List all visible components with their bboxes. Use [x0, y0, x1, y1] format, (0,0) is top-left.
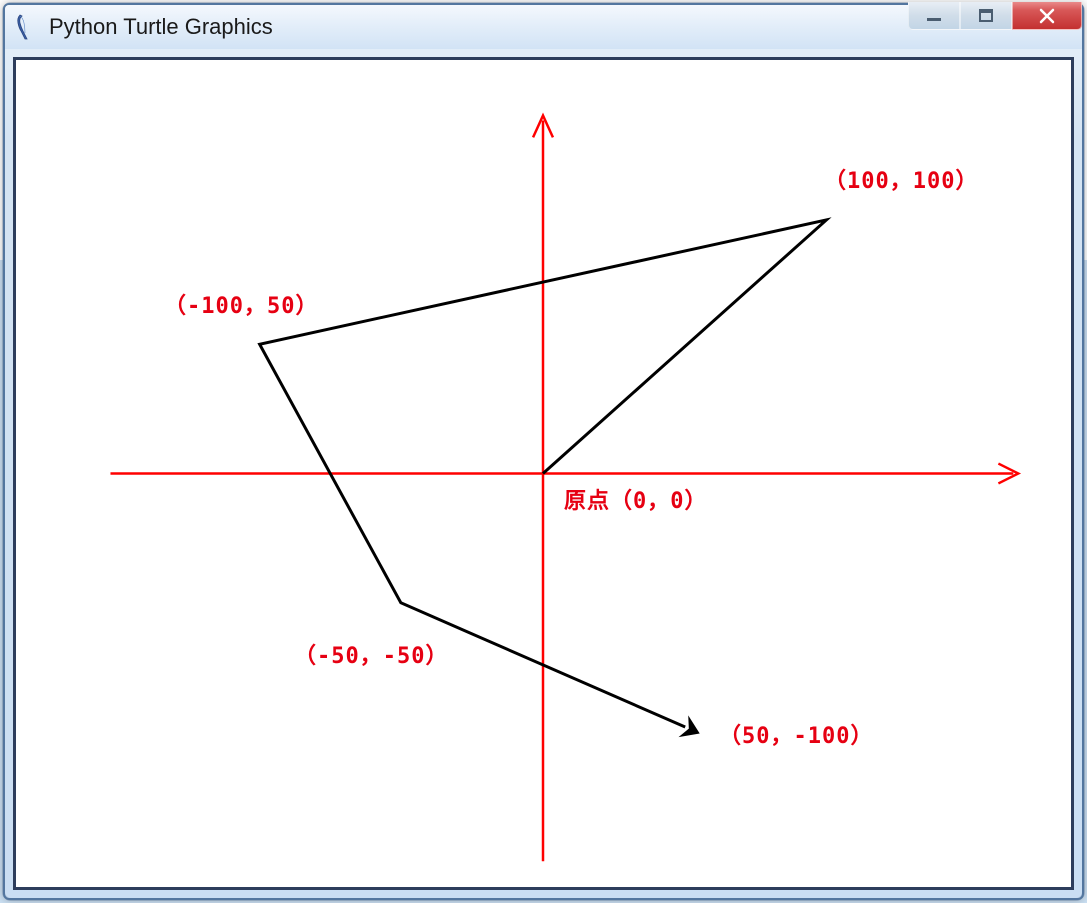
point-label-3: （-50，-50） [294, 638, 448, 670]
close-button[interactable] [1012, 2, 1082, 30]
point-label-4: （50，-100） [719, 718, 873, 750]
titlebar[interactable]: Python Turtle Graphics [5, 5, 1082, 49]
point-label-2: （-100，50） [164, 288, 318, 320]
origin-label: 原点（0，0） [564, 483, 708, 515]
minimize-button[interactable] [908, 2, 960, 30]
window-controls [908, 2, 1082, 30]
point-label-1: （100，100） [824, 163, 978, 195]
turtle-cursor-icon [679, 715, 705, 744]
python-icon [11, 13, 39, 41]
turtle-canvas[interactable]: 原点（0，0） （100，100） （-100，50） （-50，-50） （5… [19, 63, 1068, 884]
application-window: Python Turtle Graphics [3, 3, 1084, 900]
maximize-button[interactable] [960, 2, 1012, 30]
canvas-frame: 原点（0，0） （100，100） （-100，50） （-50，-50） （5… [13, 57, 1074, 890]
